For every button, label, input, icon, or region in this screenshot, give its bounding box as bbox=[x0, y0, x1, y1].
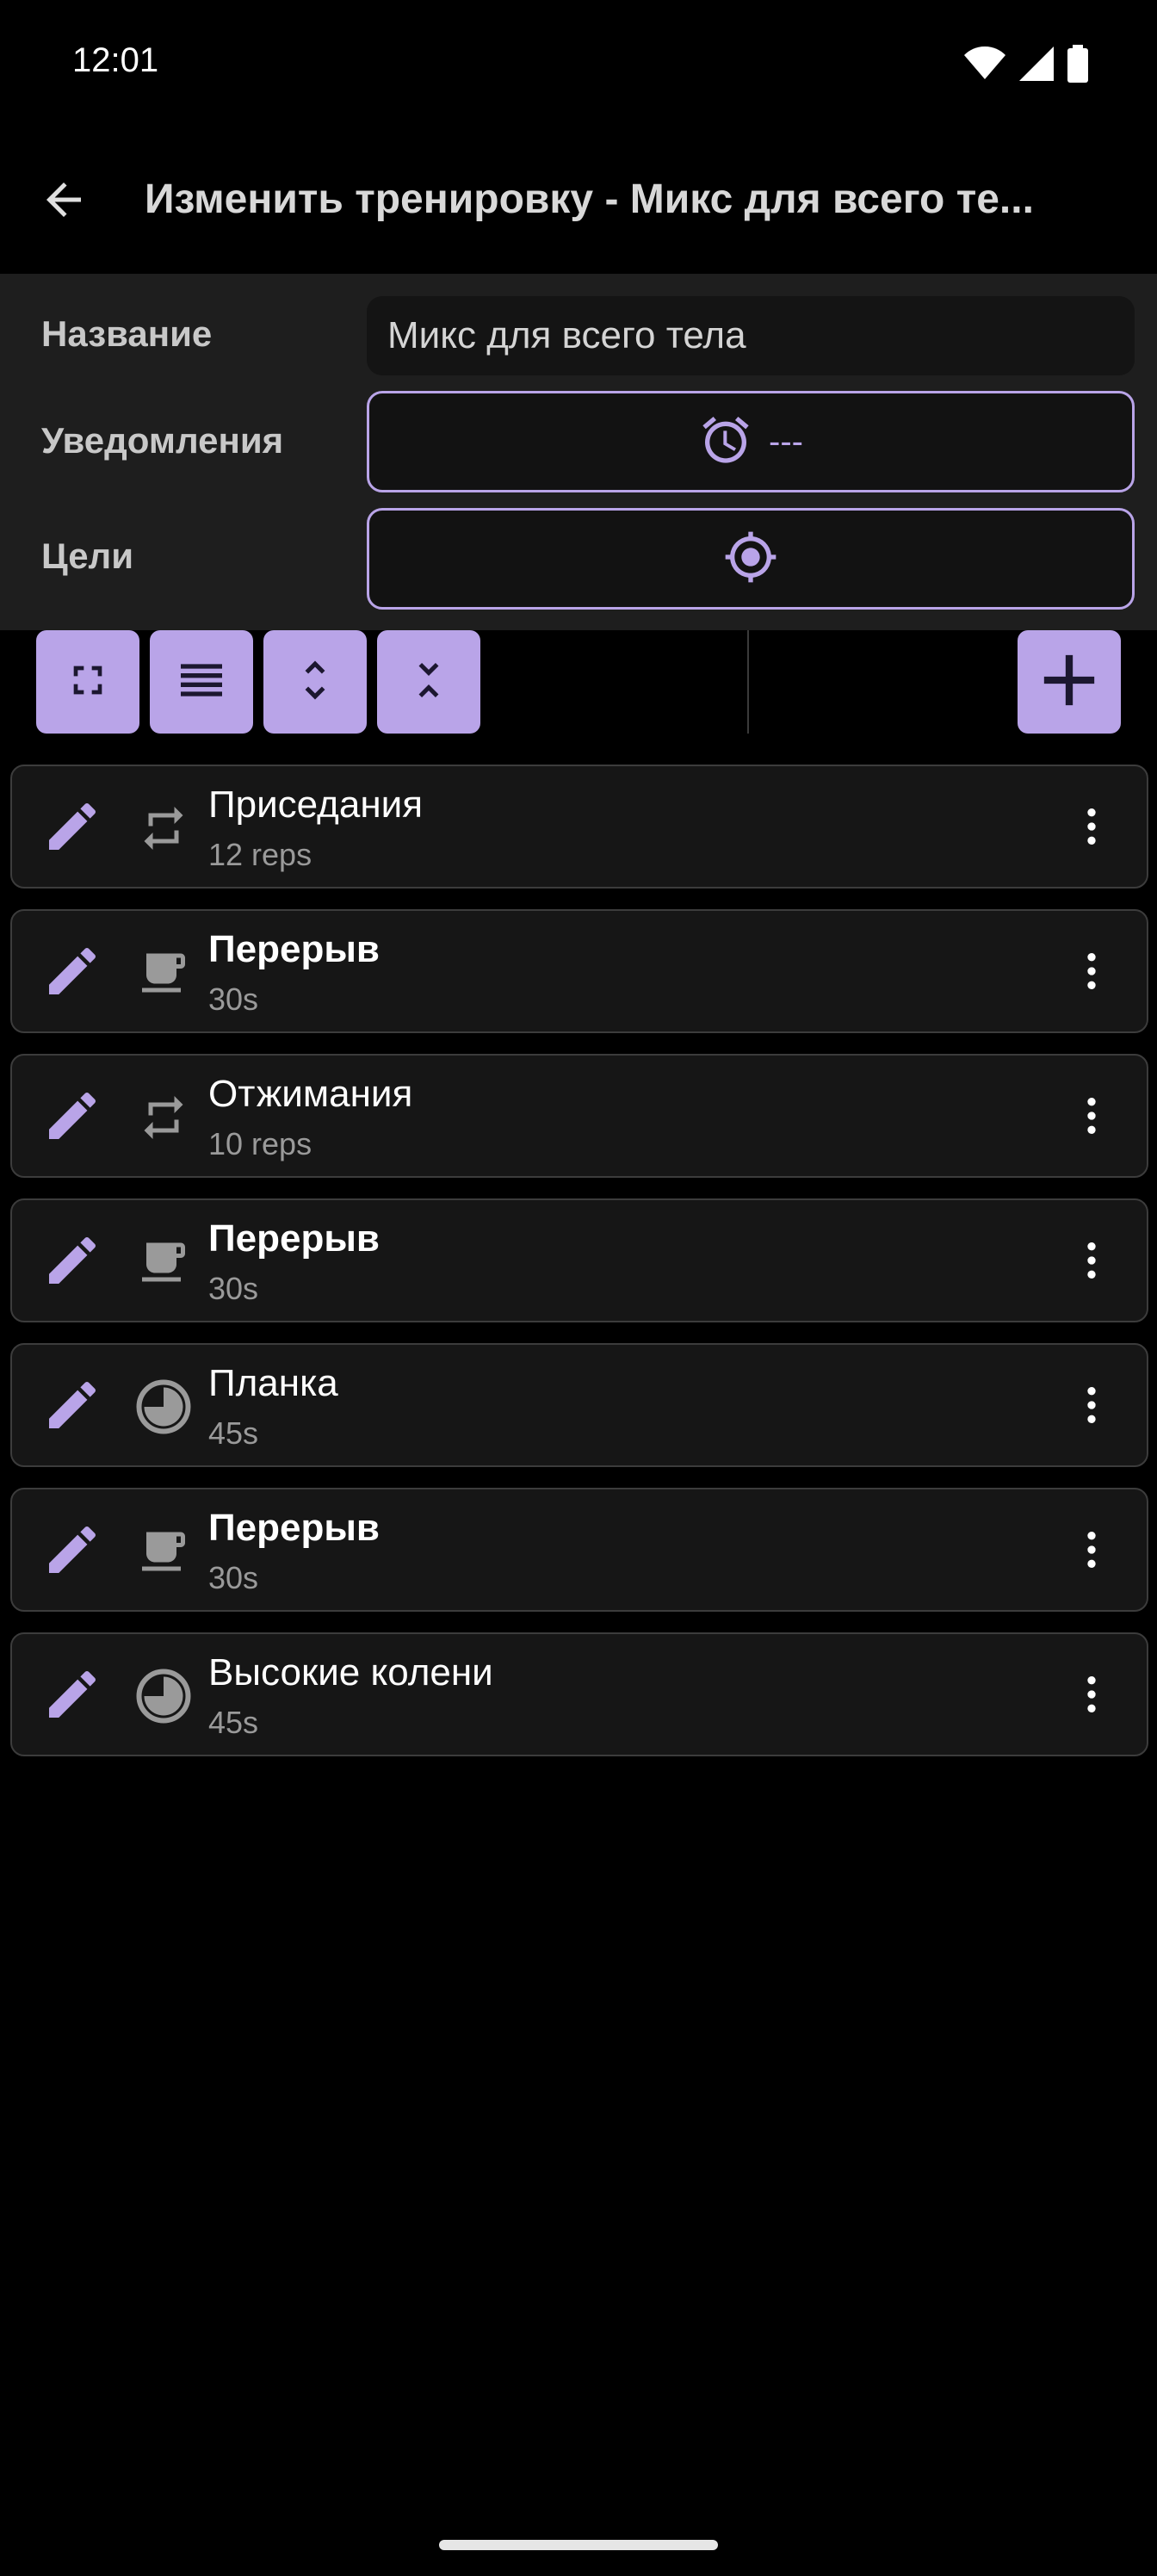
plus-icon bbox=[1026, 637, 1112, 728]
back-button[interactable] bbox=[28, 165, 100, 238]
exercise-name: Перерыв bbox=[208, 928, 380, 970]
exercise-list: Приседания 12 reps Перерыв 30s Отжимания 10 r… bbox=[10, 765, 1148, 1777]
exercise-name: Планка bbox=[208, 1362, 338, 1404]
more-vert-icon bbox=[1067, 802, 1116, 855]
alarm-icon bbox=[698, 412, 753, 472]
edit-button[interactable] bbox=[36, 1081, 108, 1154]
fullscreen-icon bbox=[64, 656, 112, 709]
crosshair-icon bbox=[723, 529, 778, 589]
reminders-button[interactable]: --- bbox=[367, 391, 1135, 492]
pencil-icon bbox=[41, 1663, 103, 1730]
goals-button[interactable] bbox=[367, 508, 1135, 610]
pencil-icon bbox=[41, 796, 103, 862]
status-bar: 12:01 bbox=[0, 0, 1157, 129]
more-options-button[interactable] bbox=[1055, 1081, 1128, 1154]
more-vert-icon bbox=[1067, 1092, 1116, 1144]
more-vert-icon bbox=[1067, 947, 1116, 1000]
toolbar-divider bbox=[747, 630, 749, 734]
more-options-button[interactable] bbox=[1055, 1226, 1128, 1298]
expand-icon bbox=[289, 654, 341, 710]
pencil-icon bbox=[41, 940, 103, 1006]
more-options-button[interactable] bbox=[1055, 1515, 1128, 1588]
more-options-button[interactable] bbox=[1055, 937, 1128, 1009]
workout-name-value: Микс для всего тела bbox=[387, 314, 746, 356]
battery-icon bbox=[1067, 45, 1088, 87]
list-view-button[interactable] bbox=[150, 630, 253, 734]
exercise-name: Приседания bbox=[208, 783, 424, 826]
edit-button[interactable] bbox=[36, 792, 108, 864]
exercise-item[interactable]: Приседания 12 reps bbox=[10, 765, 1148, 889]
edit-button[interactable] bbox=[36, 1371, 108, 1443]
page-title: Изменить тренировку - Микс для всего те.… bbox=[145, 176, 1034, 222]
edit-button[interactable] bbox=[36, 937, 108, 1009]
exercise-item[interactable]: Высокие колени 45s bbox=[10, 1632, 1148, 1756]
exercise-item[interactable]: Перерыв 30s bbox=[10, 1198, 1148, 1322]
exercise-detail: 12 reps bbox=[208, 837, 312, 872]
more-vert-icon bbox=[1067, 1381, 1116, 1434]
coffee-cup-icon bbox=[133, 942, 195, 1004]
exercise-name: Перерыв bbox=[208, 1507, 380, 1549]
more-vert-icon bbox=[1067, 1526, 1116, 1578]
timer-pie-icon bbox=[133, 1665, 195, 1727]
workout-form: Название Микс для всего тела Уведомления… bbox=[0, 274, 1157, 630]
status-icons bbox=[964, 45, 1088, 87]
wifi-icon bbox=[964, 46, 1005, 85]
edit-button[interactable] bbox=[36, 1660, 108, 1732]
more-options-button[interactable] bbox=[1055, 792, 1128, 864]
exercise-item[interactable]: Перерыв 30s bbox=[10, 1488, 1148, 1612]
exercise-detail: 10 reps bbox=[208, 1126, 312, 1161]
exercise-name: Отжимания bbox=[208, 1073, 413, 1115]
exercise-item[interactable]: Перерыв 30s bbox=[10, 909, 1148, 1033]
exercise-item[interactable]: Отжимания 10 reps bbox=[10, 1054, 1148, 1178]
more-vert-icon bbox=[1067, 1670, 1116, 1723]
exercise-detail: 30s bbox=[208, 1560, 259, 1595]
exercise-detail: 30s bbox=[208, 981, 259, 1017]
edit-button[interactable] bbox=[36, 1226, 108, 1298]
exercise-detail: 45s bbox=[208, 1415, 259, 1451]
exercise-detail: 45s bbox=[208, 1705, 259, 1740]
signal-icon bbox=[1019, 46, 1054, 85]
collapse-all-button[interactable] bbox=[377, 630, 480, 734]
arrow-back-icon bbox=[38, 174, 90, 230]
name-label: Название bbox=[41, 313, 213, 354]
gesture-bar bbox=[439, 2540, 718, 2550]
exercise-name: Высокие колени bbox=[208, 1651, 493, 1694]
coffee-cup-icon bbox=[133, 1231, 195, 1293]
coffee-cup-icon bbox=[133, 1520, 195, 1582]
more-vert-icon bbox=[1067, 1236, 1116, 1289]
repeat-icon bbox=[133, 797, 195, 859]
expand-all-button[interactable] bbox=[263, 630, 367, 734]
more-options-button[interactable] bbox=[1055, 1660, 1128, 1732]
reminders-value: --- bbox=[769, 422, 803, 461]
repeat-icon bbox=[133, 1087, 195, 1149]
exercise-name: Перерыв bbox=[208, 1217, 380, 1260]
workout-name-input[interactable]: Микс для всего тела bbox=[367, 296, 1135, 375]
pencil-icon bbox=[41, 1229, 103, 1296]
edit-button[interactable] bbox=[36, 1515, 108, 1588]
add-exercise-button[interactable] bbox=[1018, 630, 1121, 734]
exercise-detail: 30s bbox=[208, 1271, 259, 1306]
reminders-label: Уведомления bbox=[41, 420, 284, 461]
pencil-icon bbox=[41, 1374, 103, 1440]
goals-label: Цели bbox=[41, 536, 134, 576]
fullscreen-button[interactable] bbox=[36, 630, 139, 734]
more-options-button[interactable] bbox=[1055, 1371, 1128, 1443]
collapse-icon bbox=[403, 654, 455, 710]
pencil-icon bbox=[41, 1519, 103, 1585]
status-time: 12:01 bbox=[72, 41, 159, 79]
timer-pie-icon bbox=[133, 1376, 195, 1438]
list-toolbar bbox=[0, 630, 1157, 734]
list-icon bbox=[174, 653, 229, 712]
app-bar: Изменить тренировку - Микс для всего те.… bbox=[0, 146, 1157, 258]
exercise-item[interactable]: Планка 45s bbox=[10, 1343, 1148, 1467]
pencil-icon bbox=[41, 1085, 103, 1151]
